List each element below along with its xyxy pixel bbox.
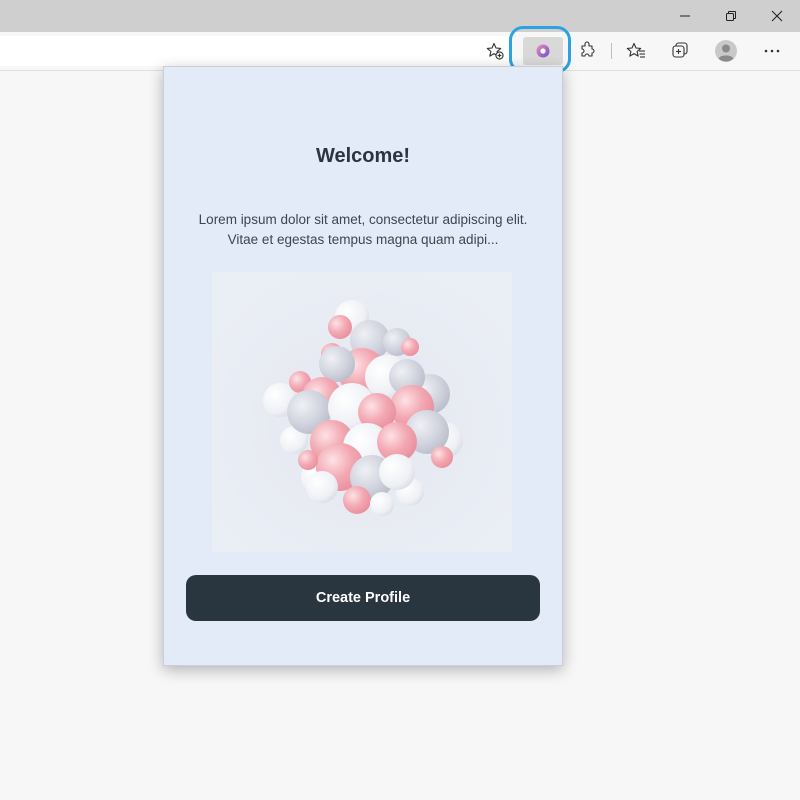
- extensions-icon: [581, 41, 595, 57]
- favorites-icon: [626, 42, 645, 58]
- restore-button[interactable]: [708, 0, 754, 32]
- extensions-button[interactable]: [569, 33, 605, 69]
- favorite-add-icon: [486, 42, 504, 60]
- favorites-button[interactable]: [618, 33, 654, 69]
- profile-button[interactable]: [708, 33, 744, 69]
- extension-popup: Welcome! Lorem ipsum dolor sit amet, con…: [163, 66, 563, 666]
- popup-description: Lorem ipsum dolor sit amet, consectetur …: [198, 212, 528, 247]
- collections-button[interactable]: [662, 33, 698, 69]
- create-profile-button[interactable]: Create Profile: [186, 575, 540, 621]
- minimize-icon: [680, 15, 690, 17]
- address-bar[interactable]: [0, 36, 512, 66]
- popup-title: Welcome!: [315, 145, 411, 167]
- close-button[interactable]: [754, 0, 800, 32]
- collections-icon: [672, 42, 688, 58]
- hero-illustration: [212, 272, 512, 552]
- restore-icon: [726, 11, 736, 21]
- title-bar: [0, 0, 800, 32]
- profile-icon: [715, 40, 737, 62]
- abstract-blobs-image: [212, 272, 512, 552]
- more-button[interactable]: [754, 33, 790, 69]
- toolbar-separator: [611, 43, 612, 59]
- more-icon: [764, 49, 780, 53]
- add-favorite-button[interactable]: [477, 33, 513, 69]
- minimize-button[interactable]: [662, 0, 708, 32]
- close-icon: [771, 10, 783, 22]
